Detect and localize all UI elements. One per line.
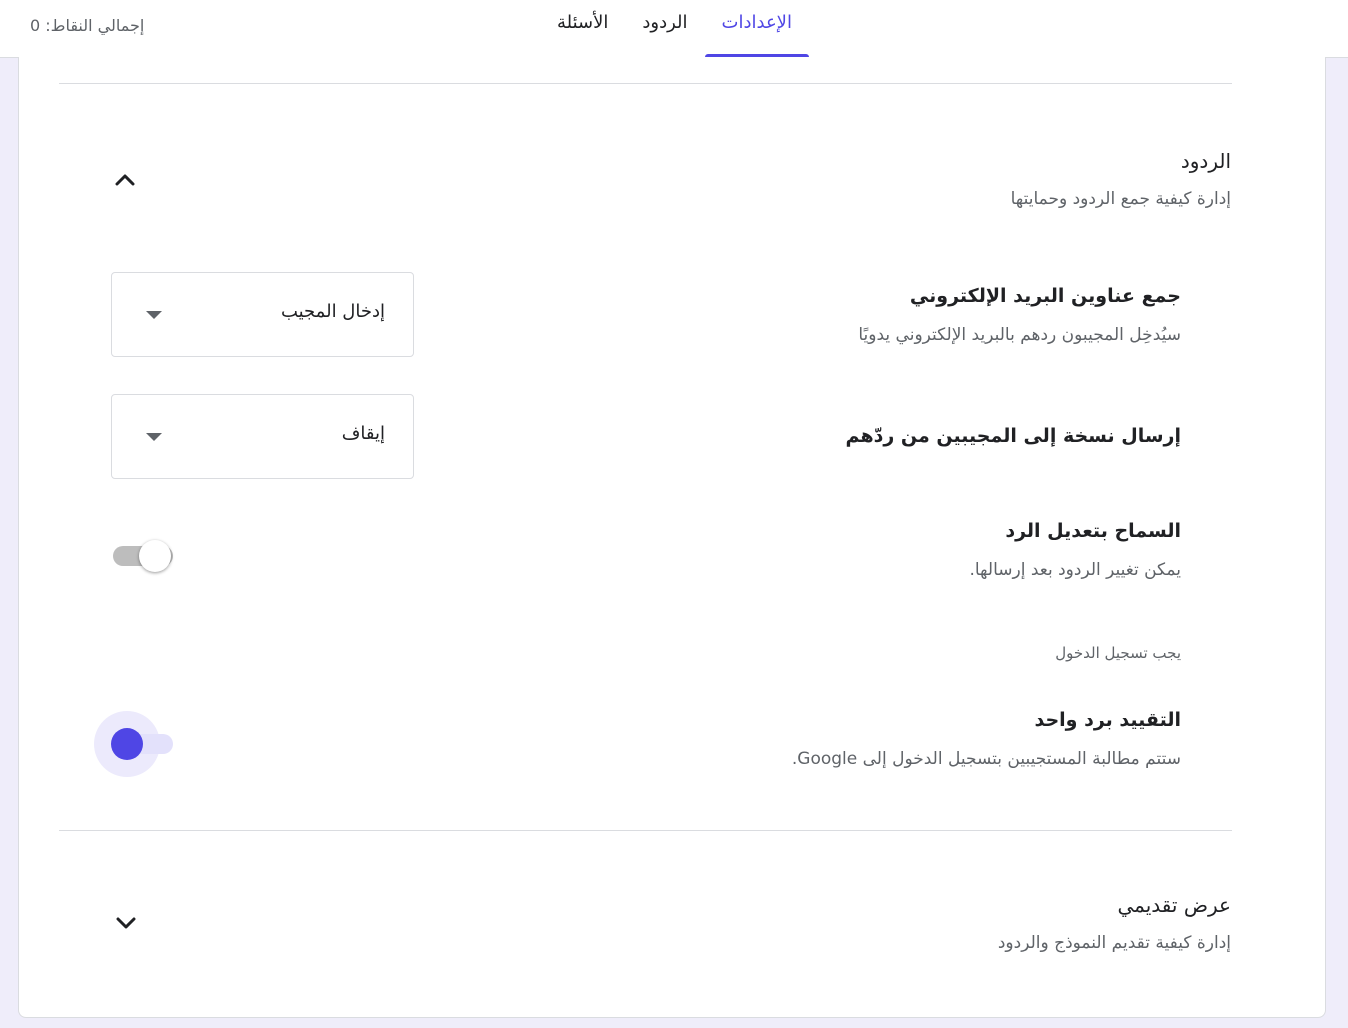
limit-one-toggle[interactable] <box>94 711 181 777</box>
limit-one-description: ستتم مطالبة المستجيبين بتسجيل الدخول إلى… <box>791 749 1181 769</box>
allow-edit-toggle[interactable] <box>111 533 181 573</box>
presentation-section-description: إدارة كيفية تقديم النموذج والردود <box>997 933 1231 953</box>
expand-presentation-button[interactable] <box>106 903 146 943</box>
dropdown-arrow-icon <box>146 433 162 441</box>
top-bar: إجمالي النقاط: 0 الأسئلة الردود الإعدادا… <box>0 0 1348 58</box>
toggle-thumb <box>111 728 143 760</box>
tab-settings[interactable]: الإعدادات <box>704 0 810 58</box>
collapse-responses-button[interactable] <box>105 159 145 199</box>
divider-middle <box>59 830 1232 831</box>
limit-one-title: التقييد برد واحد <box>1034 709 1182 731</box>
total-points: إجمالي النقاط: 0 <box>30 16 145 35</box>
tab-responses[interactable]: الردود <box>625 0 704 58</box>
tab-bar: الأسئلة الردود الإعدادات <box>540 0 810 58</box>
send-copy-title: إرسال نسخة إلى المجيبين من ردّهم <box>845 425 1181 447</box>
requires-sign-in-note: يجب تسجيل الدخول <box>1055 644 1181 662</box>
dropdown-arrow-icon <box>146 311 162 319</box>
presentation-section-title: عرض تقديمي <box>1117 893 1232 917</box>
responses-section-description: إدارة كيفية جمع الردود وحمايتها <box>1010 189 1231 209</box>
allow-edit-title: السماح بتعديل الرد <box>1005 520 1181 542</box>
collect-emails-select[interactable]: إدخال المجيب <box>111 272 414 357</box>
settings-card: الردود إدارة كيفية جمع الردود وحمايتها ج… <box>18 57 1326 1018</box>
tab-questions[interactable]: الأسئلة <box>540 0 625 58</box>
send-copy-select[interactable]: إيقاف <box>111 394 414 479</box>
toggle-thumb <box>139 540 171 572</box>
collect-emails-title: جمع عناوين البريد الإلكتروني <box>909 285 1181 307</box>
chevron-up-icon <box>115 174 135 186</box>
allow-edit-description: يمكن تغيير الردود بعد إرسالها. <box>969 560 1181 580</box>
divider-top <box>59 83 1232 84</box>
collect-emails-selected-value: إدخال المجيب <box>280 301 385 322</box>
collect-emails-description: سيُدخِل المجيبون ردهم بالبريد الإلكتروني… <box>858 325 1181 345</box>
responses-section-title: الردود <box>1180 149 1231 173</box>
send-copy-selected-value: إيقاف <box>341 423 385 444</box>
chevron-down-icon <box>116 917 136 929</box>
